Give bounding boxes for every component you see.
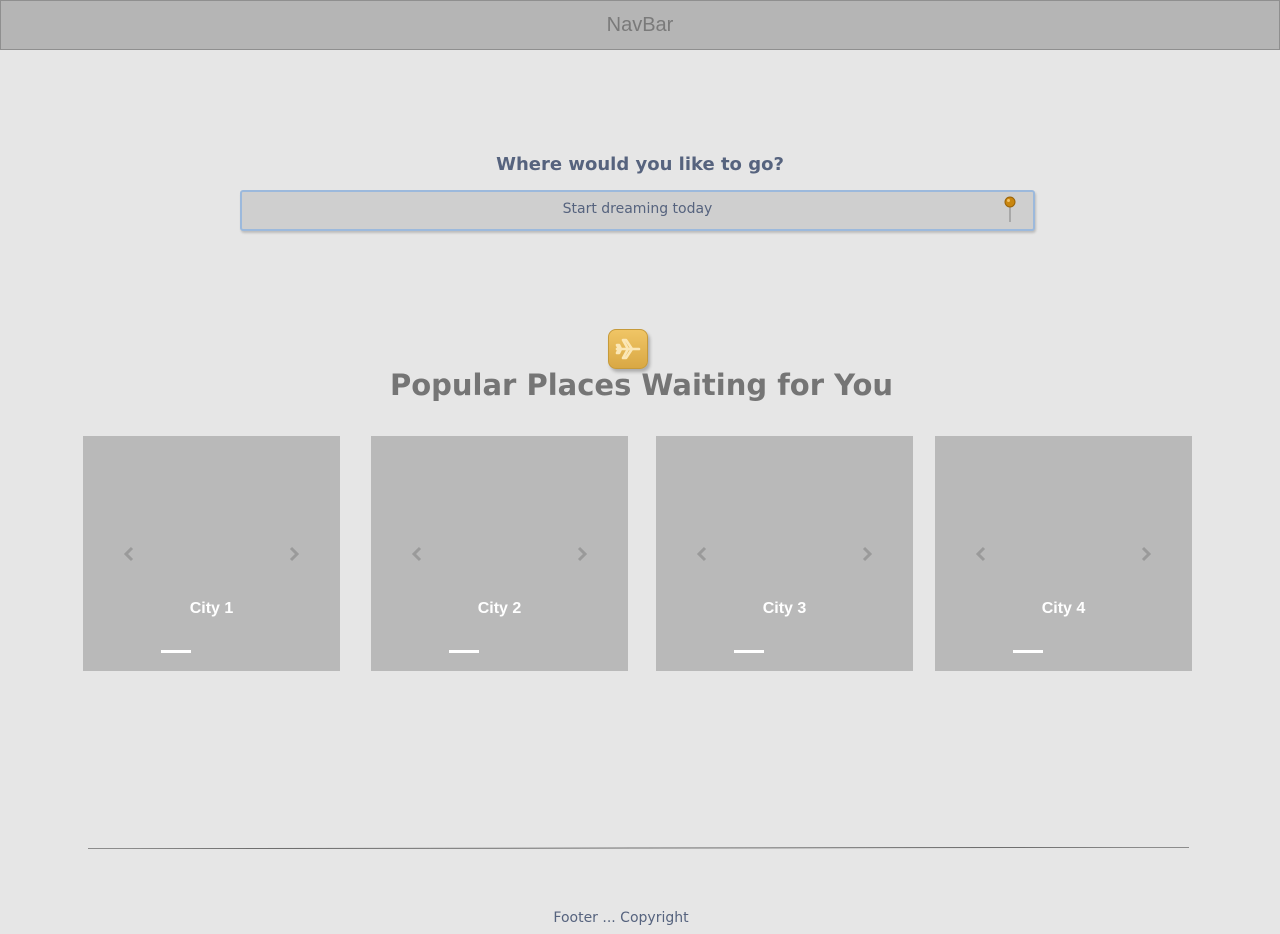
chevron-right-icon[interactable] <box>572 544 592 564</box>
slide-indicator[interactable] <box>161 650 191 653</box>
chevron-right-icon[interactable] <box>284 544 304 564</box>
city-name: City 4 <box>1041 600 1086 617</box>
city-name: City 2 <box>477 600 522 617</box>
chevron-left-icon[interactable] <box>119 544 139 564</box>
chevron-right-icon[interactable] <box>1136 544 1156 564</box>
search-box <box>240 190 1035 231</box>
navbar: NavBar <box>0 0 1280 50</box>
map-pin-icon[interactable] <box>1003 196 1017 224</box>
navbar-title: NavBar <box>606 13 674 36</box>
search-input[interactable] <box>242 192 1033 229</box>
city-card-1[interactable]: City 1 <box>83 436 340 671</box>
section-title: Popular Places Waiting for You <box>389 368 894 402</box>
slide-indicator[interactable] <box>449 650 479 653</box>
airplane-icon <box>608 329 648 369</box>
chevron-right-icon[interactable] <box>857 544 877 564</box>
city-card-3[interactable]: City 3 <box>656 436 913 671</box>
slide-indicator[interactable] <box>1013 650 1043 653</box>
city-name: City 3 <box>762 600 807 617</box>
city-name: City 1 <box>189 600 234 617</box>
chevron-left-icon[interactable] <box>971 544 991 564</box>
city-card-4[interactable]: City 4 <box>935 436 1192 671</box>
footer-divider <box>88 847 1189 849</box>
slide-indicator[interactable] <box>734 650 764 653</box>
footer-text: Footer ... Copyright <box>553 910 689 926</box>
chevron-left-icon[interactable] <box>407 544 427 564</box>
chevron-left-icon[interactable] <box>692 544 712 564</box>
search-heading: Where would you like to go? <box>496 154 784 175</box>
city-card-2[interactable]: City 2 <box>371 436 628 671</box>
